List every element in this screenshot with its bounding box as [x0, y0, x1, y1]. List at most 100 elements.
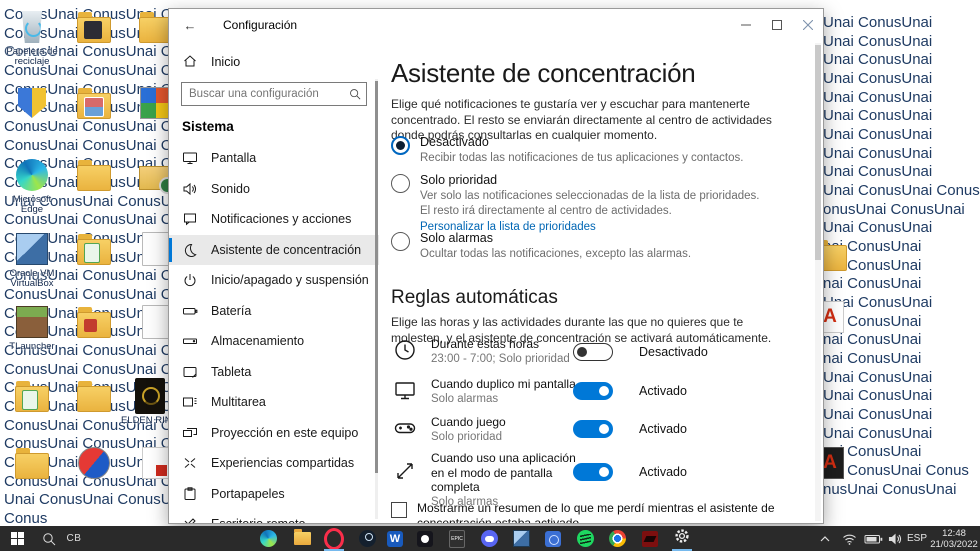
language-indicator[interactable]: ESP	[903, 526, 931, 551]
radio-button[interactable]	[391, 232, 410, 251]
toggle-duplicar-pantalla[interactable]	[573, 382, 613, 400]
radio-desc: Ver solo las notificaciones seleccionada…	[420, 190, 760, 202]
taskbar-app-chrome[interactable]	[603, 526, 631, 551]
tray-chevron-icon[interactable]	[815, 526, 835, 551]
sidebar-item-clipboard[interactable]: Portapapeles	[169, 479, 379, 510]
sidebar-item-project[interactable]: Proyección en este equipo	[169, 418, 379, 449]
tray-clock[interactable]: 12:48 21/03/2022	[928, 526, 980, 551]
desktop-icon-folder-media[interactable]	[64, 303, 124, 341]
desktop-icon-minecraft[interactable]: TLauncher	[2, 303, 62, 352]
rule-cuando-juego: Cuando juego Solo prioridad Activado	[391, 415, 811, 443]
sidebar-item-storage[interactable]: Almacenamiento	[169, 326, 379, 357]
content-scrollbar-thumb[interactable]	[815, 45, 821, 260]
taskbar-app-settings[interactable]	[668, 526, 696, 551]
sidebar-item-label: Batería	[211, 303, 252, 318]
minimize-button[interactable]	[730, 9, 761, 41]
radio-desactivado[interactable]: Desactivado Recibir todas las notificaci…	[391, 135, 743, 166]
wallpaper-text-row: nai ConusUnai	[823, 350, 922, 368]
desktop-icon-virtualbox[interactable]: Oracle VM VirtualBox	[2, 230, 62, 289]
speaker-icon[interactable]	[885, 526, 905, 551]
toggle-durante-estas-horas[interactable]	[573, 343, 613, 361]
rule-durante-estas-horas: Durante estas horas 23:00 - 7:00; Solo p…	[391, 337, 811, 365]
taskbar-cb-label[interactable]: CB	[62, 526, 86, 551]
sidebar-item-remote[interactable]: Escritorio remoto	[169, 509, 379, 523]
desktop-icon-folder[interactable]	[64, 377, 124, 415]
desktop-icon-folder-photos[interactable]	[64, 84, 124, 122]
sidebar-item-tablet[interactable]: Tableta	[169, 357, 379, 388]
display-icon	[393, 378, 417, 402]
taskbar-app-steam[interactable]	[353, 526, 381, 551]
sidebar-item-shared[interactable]: Experiencias compartidas	[169, 448, 379, 479]
taskbar-app-chat-dark[interactable]	[411, 526, 439, 551]
sidebar-item-battery[interactable]: Batería	[169, 296, 379, 327]
sidebar-scrollbar-thumb[interactable]	[375, 81, 378, 473]
desktop-icon-shield-app[interactable]	[2, 84, 62, 122]
summary-checkbox[interactable]	[391, 502, 407, 518]
desktop-icon-label: TLauncher	[9, 341, 55, 352]
desktop-icon-app-red-blue[interactable]	[64, 444, 124, 482]
radio-solo-prioridad[interactable]: Solo prioridad Ver solo las notificacion…	[391, 173, 759, 233]
taskbar-app-epic[interactable]: EPIC	[443, 526, 471, 551]
radio-desc: Recibir todas las notificaciones de tus …	[420, 152, 744, 164]
back-button[interactable]: ←	[175, 18, 205, 33]
radio-button[interactable]	[391, 174, 410, 193]
desktop-icon-folder[interactable]	[2, 444, 62, 482]
taskbar-search-button[interactable]	[36, 526, 62, 551]
summary-checkbox-label: Mostrarme un resumen de lo que me perdí …	[417, 501, 775, 523]
desktop-icon-folder-dark[interactable]	[64, 8, 124, 46]
search-input[interactable]	[182, 88, 344, 100]
settings-window: ← Configuración Inicio Sistema Pantalla S…	[168, 8, 824, 524]
taskbar-app-spotify[interactable]	[571, 526, 599, 551]
wallpaper-text-row: Unai ConusUnai	[823, 14, 933, 31]
desktop-icon-edge-browser[interactable]: Microsoft Edge	[2, 156, 62, 215]
taskbar-app-virtualbox[interactable]	[507, 526, 535, 551]
sidebar-item-notifications[interactable]: Notificaciones y acciones	[169, 204, 379, 235]
taskbar-app-word[interactable]: W	[381, 526, 409, 551]
sidebar-section-label: Sistema	[182, 119, 234, 134]
windows-logo-icon	[10, 532, 24, 545]
battery-icon[interactable]	[861, 526, 885, 551]
desktop-icon-recycle-bin[interactable]: Papelera de reciclaje	[2, 8, 62, 67]
wallpaper-text-row: Unai ConusUnai	[823, 424, 933, 442]
settings-search-box[interactable]	[181, 82, 367, 106]
wallpaper-text-row: ConusUnai ConusUnai Conu	[4, 136, 170, 154]
search-icon	[344, 88, 366, 100]
sidebar-item-display[interactable]: Pantalla	[169, 143, 379, 174]
radio-button-selected[interactable]	[391, 136, 410, 155]
sidebar-item-focus[interactable]: Asistente de concentración	[169, 234, 379, 265]
sidebar-item-sound[interactable]: Sonido	[169, 174, 379, 205]
toggle-state-label: Desactivado	[639, 345, 708, 359]
sidebar-item-label: Notificaciones y acciones	[211, 212, 352, 227]
sidebar-item-label: Escritorio remoto	[211, 517, 305, 523]
sidebar-item-label: Inicio/apagado y suspensión	[211, 273, 369, 288]
toggle-cuando-juego[interactable]	[573, 420, 613, 438]
sidebar-item-label: Experiencias compartidas	[211, 456, 355, 471]
taskbar-app-edge[interactable]	[254, 526, 282, 551]
taskbar-app-dragon[interactable]	[636, 526, 664, 551]
page-title: Asistente de concentración	[391, 58, 696, 89]
sidebar-item-multitask[interactable]: Multitarea	[169, 387, 379, 418]
wallpaper-text-row: Unai ConusUnai	[823, 368, 933, 386]
home-label: Inicio	[211, 55, 241, 69]
desktop-icon-folder-green[interactable]	[64, 230, 124, 268]
wallpaper-text-row: Unai ConusUnai	[823, 70, 933, 88]
desktop-icon-folder[interactable]	[64, 156, 124, 194]
maximize-button[interactable]	[761, 9, 792, 41]
sidebar-item-home[interactable]: Inicio	[182, 49, 379, 75]
wifi-icon[interactable]	[838, 526, 860, 551]
toggle-pantalla-completa[interactable]	[573, 463, 613, 481]
taskbar-app-explorer[interactable]	[288, 526, 316, 551]
close-button[interactable]	[792, 9, 823, 41]
desktop-icon-folder-green[interactable]	[2, 377, 62, 415]
tray-date: 21/03/2022	[930, 538, 978, 550]
rule-title: Cuando uso una aplicación en el modo de …	[431, 451, 576, 494]
radio-label: Solo prioridad	[420, 173, 498, 187]
wallpaper-text-row: onusUnai ConusUnai	[823, 200, 965, 218]
taskbar-app-blue-app[interactable]	[539, 526, 567, 551]
radio-solo-alarmas[interactable]: Solo alarmas Ocultar todas las notificac…	[391, 231, 691, 262]
taskbar-app-opera[interactable]	[320, 526, 348, 551]
taskbar-app-discord[interactable]	[475, 526, 503, 551]
start-button[interactable]	[2, 526, 32, 551]
wallpaper-text-row: nusUnai ConusUnai	[823, 480, 957, 498]
sidebar-item-power[interactable]: Inicio/apagado y suspensión	[169, 265, 379, 296]
